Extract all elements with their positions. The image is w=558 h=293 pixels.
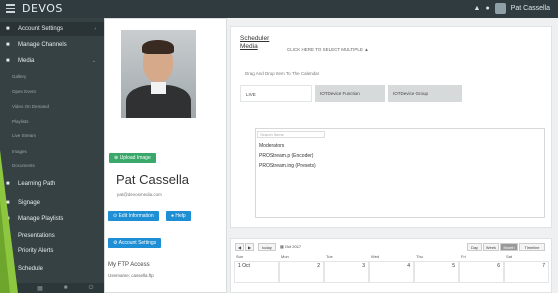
prev-button[interactable]: ◀ <box>235 243 244 251</box>
account-settings-button[interactable]: ⚙ Account Settings <box>108 238 162 248</box>
person-icon[interactable]: ● <box>485 5 489 12</box>
ftp-username: Username: cassella.ftp <box>108 273 154 278</box>
list-search-input[interactable]: Search Items <box>257 131 325 138</box>
chevron-right-icon: › <box>94 26 96 32</box>
calendar-icon: ▦ <box>280 244 284 249</box>
decor-shape <box>0 200 10 293</box>
sidebar-item-label: Live Stream <box>12 133 37 138</box>
view-week-button[interactable]: Week <box>483 243 499 251</box>
sidebar-item-account-settings[interactable]: ■ Account Settings › <box>0 22 104 36</box>
scheduler-title[interactable]: Scheduler Media <box>240 35 269 51</box>
media-list <box>255 128 545 218</box>
view-day-button[interactable]: Day <box>467 243 482 251</box>
tab-iotdevice-group[interactable]: IOTDevice Group <box>388 85 462 102</box>
bell-icon[interactable]: ▲ <box>474 5 481 12</box>
calendar-day-header: Sat <box>506 254 513 259</box>
calendar-day-cell[interactable]: 4 <box>369 261 414 283</box>
sidebar-item-label: Open Event <box>12 89 36 94</box>
sidebar-item-label: Media <box>18 58 35 64</box>
sidebar-item-label: Learning Path <box>18 181 56 187</box>
calendar-day-cell[interactable]: 3 <box>324 261 369 283</box>
calendar-day-header: Wed <box>371 254 380 259</box>
drag-hint: Drag And Drop Item To The Calendar <box>245 71 320 76</box>
sidebar-item-label: Schedule <box>18 266 44 272</box>
menu-icon[interactable] <box>6 4 15 13</box>
tab-iotdevice-function[interactable]: IOTDevice Function <box>315 85 385 102</box>
power-icon[interactable]: ⏻ <box>89 285 94 292</box>
list-item[interactable]: PROStream.p (Encoder) <box>259 153 313 159</box>
top-bar: DEVOS ▲ ● Pat Cassella <box>0 0 558 18</box>
profile-name: Pat Cassella <box>116 172 189 187</box>
calendar-day-header: Mon <box>281 254 289 259</box>
sidebar-item-open-event[interactable]: Open Event <box>0 85 104 99</box>
ftp-title: My FTP Access <box>108 262 150 268</box>
help-button[interactable]: ● Help <box>166 211 191 221</box>
profile-photo <box>121 30 196 118</box>
sidebar-item-label: Manage Channels <box>18 42 67 48</box>
calendar-day-cell[interactable]: 7 <box>504 261 549 283</box>
next-button[interactable]: ▶ <box>245 243 254 251</box>
sidebar-item-label: Priority Alerts <box>18 248 54 254</box>
sidebar-item-manage-channels[interactable]: ■ Manage Channels <box>0 38 104 52</box>
sidebar-item-media[interactable]: ■ Media ⌄ <box>0 54 104 68</box>
calendar-day-cell[interactable]: 2 <box>279 261 324 283</box>
sidebar-item-label: Video On Demand <box>12 104 49 109</box>
edit-information-button[interactable]: ⊙ Edit Information <box>108 211 159 221</box>
sidebar-item-label: Gallery <box>12 74 27 79</box>
gear-icon: ■ <box>6 26 10 32</box>
lock-icon[interactable]: ■ <box>64 285 68 291</box>
sidebar-item-video-on-demand[interactable]: Video On Demand <box>0 100 104 114</box>
sidebar-item-label: Account Settings <box>18 26 64 32</box>
calendar-day-header: Thu <box>416 254 423 259</box>
sidebar-item-label: Signage <box>18 200 41 206</box>
calendar-day-header: Sun <box>236 254 244 259</box>
sidebar-item-live-stream[interactable]: Live Stream <box>0 129 104 143</box>
sidebar-item-label: Presentations <box>18 233 55 239</box>
calendar-day-cell[interactable]: 5 <box>414 261 459 283</box>
user-name[interactable]: Pat Cassella <box>511 5 550 12</box>
upload-image-button[interactable]: ⊕ Upload Image <box>109 153 156 163</box>
today-button[interactable]: today <box>258 243 276 251</box>
profile-email: pat@devosmedia.com <box>117 192 162 197</box>
channels-icon: ■ <box>6 42 10 48</box>
view-timeline-button[interactable]: Timeline <box>519 243 545 251</box>
media-icon: ■ <box>6 58 10 64</box>
calendar-day-cell[interactable]: 6 <box>459 261 504 283</box>
calendar-day-cell[interactable]: 1 Oct <box>234 261 279 283</box>
sidebar-item-label: Playlists <box>12 119 29 124</box>
select-multiple-link[interactable]: CLICK HERE TO SELECT MULTIPLE ▲ <box>287 47 369 52</box>
grid-icon[interactable]: ▦ <box>37 285 43 292</box>
calendar-day-header: Fri <box>461 254 466 259</box>
sidebar-item-gallery[interactable]: Gallery <box>0 70 104 84</box>
list-item[interactable]: Moderators <box>259 143 284 149</box>
calendar-day-header: Tue <box>326 254 333 259</box>
tab-live[interactable]: LIVE <box>240 85 312 102</box>
top-actions: ▲ ● Pat Cassella <box>474 3 550 14</box>
sidebar-item-label: Manage Playlists <box>18 216 64 222</box>
sidebar-item-playlists[interactable]: Playlists <box>0 115 104 129</box>
list-item[interactable]: PROStream.ing (Presets) <box>259 163 316 169</box>
chevron-down-icon: ⌄ <box>91 58 96 64</box>
avatar[interactable] <box>494 3 506 14</box>
calendar-month-label[interactable]: ▦ Oct 2017 <box>280 243 318 251</box>
app-logo[interactable]: DEVOS <box>22 2 63 15</box>
view-month-button[interactable]: Month <box>500 243 518 251</box>
